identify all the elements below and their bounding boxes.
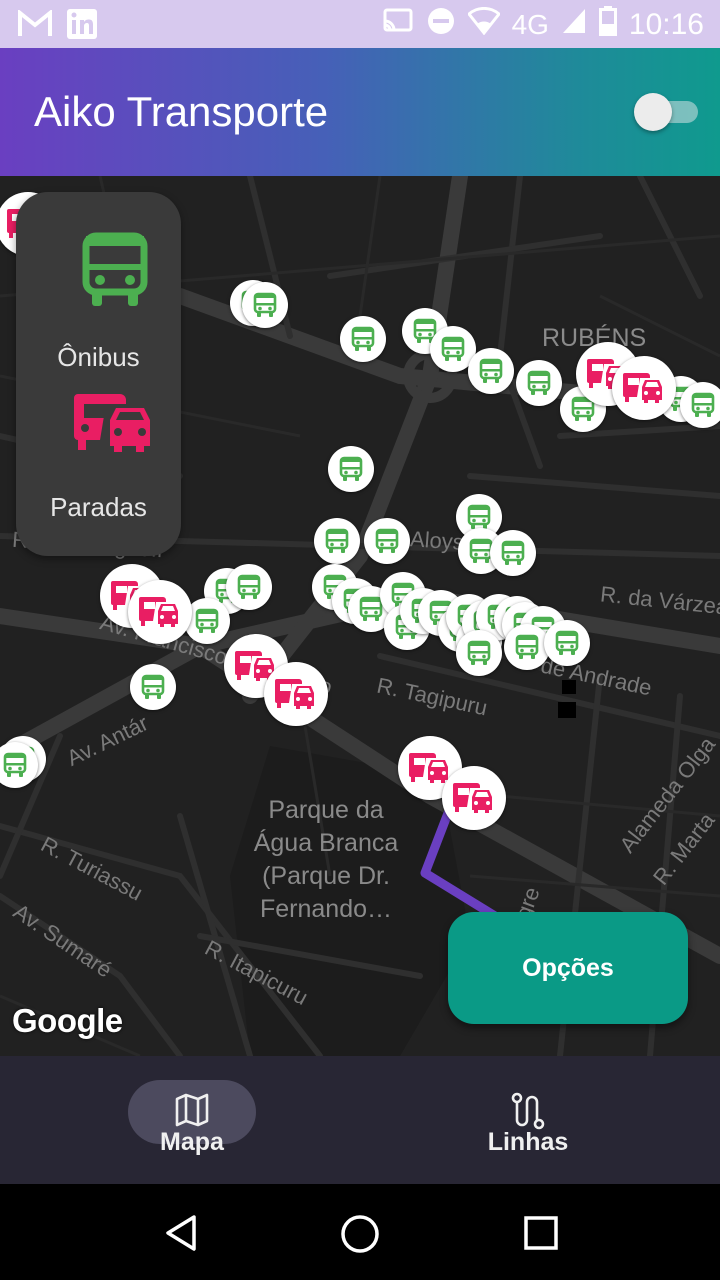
bus-marker[interactable] <box>340 316 386 362</box>
street-label: Aloys <box>409 526 465 555</box>
nav-label-lines: Linhas <box>487 1128 569 1156</box>
stop-marker[interactable] <box>128 580 192 644</box>
stop-icon <box>139 597 178 627</box>
stop-icon <box>409 753 448 783</box>
stop-marker[interactable] <box>264 662 328 726</box>
stop-icon <box>275 679 314 709</box>
stop-icon <box>453 783 492 813</box>
gmail-icon <box>18 8 52 43</box>
google-logo: Google <box>12 1002 123 1039</box>
bus-icon <box>479 358 503 383</box>
bus-icon <box>501 540 525 565</box>
bus-icon <box>555 630 579 655</box>
bus-marker[interactable] <box>314 518 360 564</box>
stop-icon <box>72 390 156 461</box>
bus-icon <box>253 292 277 317</box>
theme-toggle-switch[interactable] <box>634 91 698 131</box>
bus-marker[interactable] <box>468 348 514 394</box>
app-bar: Aiko Transporte <box>0 48 720 176</box>
bus-marker[interactable] <box>130 664 176 710</box>
nav-item-map[interactable]: Mapa <box>112 1056 352 1184</box>
bus-marker[interactable] <box>456 630 502 676</box>
bus-marker[interactable] <box>328 446 374 492</box>
bus-icon <box>467 504 491 529</box>
bus-icon <box>375 528 399 553</box>
bus-icon <box>195 608 219 633</box>
map-icon <box>174 1092 210 1133</box>
clock: 10:16 <box>628 8 704 41</box>
system-navigation-bar <box>0 1184 720 1280</box>
bus-icon <box>339 456 363 481</box>
bus-icon <box>527 370 551 395</box>
bus-icon <box>441 336 465 361</box>
signal-icon <box>561 7 587 43</box>
bus-marker[interactable] <box>680 382 720 428</box>
stop-marker[interactable] <box>612 356 676 420</box>
nav-label-map: Mapa <box>160 1128 224 1156</box>
bus-icon <box>691 392 715 417</box>
bus-icon <box>3 752 27 777</box>
bus-icon <box>325 528 349 553</box>
bus-marker[interactable] <box>504 624 550 670</box>
options-button[interactable]: Opções <box>448 912 688 1024</box>
status-bar: 4G 10:16 <box>0 0 720 48</box>
network-type: 4G <box>511 9 549 40</box>
app-title: Aiko Transporte <box>34 88 329 135</box>
legend-bus-label: Ônibus <box>57 342 140 372</box>
app-screen: 4G 10:16 Aiko Transporte RUBÉNS Aloys R.… <box>0 0 720 1280</box>
home-icon[interactable] <box>340 1214 380 1259</box>
do-not-disturb-icon <box>426 6 456 44</box>
bus-icon <box>467 640 491 665</box>
bus-icon <box>359 596 383 621</box>
stop-marker[interactable] <box>442 766 506 830</box>
cast-icon <box>382 7 414 43</box>
wifi-icon <box>466 7 501 43</box>
linkedin-icon <box>66 8 98 45</box>
legend-stop-label: Paradas <box>50 492 147 522</box>
bus-icon <box>141 674 165 699</box>
bus-marker[interactable] <box>490 530 536 576</box>
bottom-navigation: Mapa Linhas <box>0 1056 720 1184</box>
bus-marker[interactable] <box>516 360 562 406</box>
toggle-thumb <box>634 93 672 131</box>
recents-icon[interactable] <box>524 1216 558 1255</box>
back-icon[interactable] <box>164 1214 198 1257</box>
bus-marker[interactable] <box>544 620 590 666</box>
bus-icon <box>82 232 148 315</box>
bus-marker[interactable] <box>242 282 288 328</box>
bus-icon <box>237 574 261 599</box>
bus-icon <box>515 634 539 659</box>
park-label: Parque da Água Branca (Parque Dr. Fernan… <box>253 796 399 923</box>
battery-icon <box>598 6 617 44</box>
legend-card: Ônibus Paradas <box>16 192 181 556</box>
bus-icon <box>351 326 375 351</box>
bus-marker[interactable] <box>226 564 272 610</box>
bus-marker[interactable] <box>364 518 410 564</box>
stop-icon <box>623 373 662 403</box>
nav-item-lines[interactable]: Linhas <box>448 1056 688 1184</box>
